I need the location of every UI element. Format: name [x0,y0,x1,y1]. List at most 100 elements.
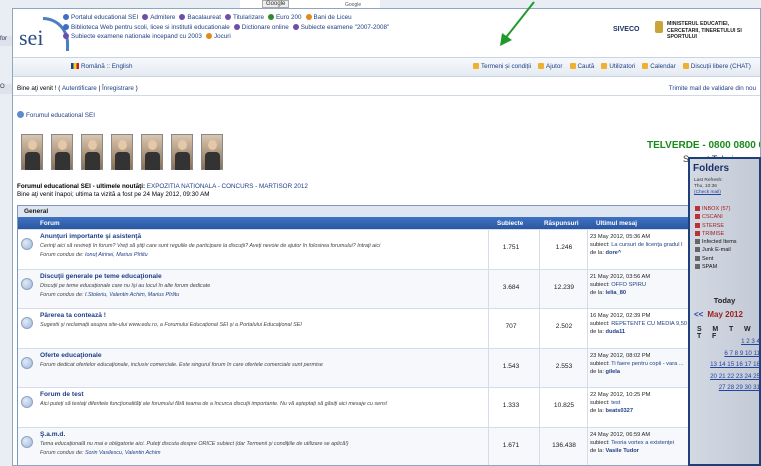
folder-label: STERSE [702,222,725,229]
top-link[interactable]: Euro 200 [267,13,302,23]
post-count: 10.825 [553,402,575,409]
menu-item-icon [642,63,649,69]
top-link[interactable]: Subiecte examene "2007-2008" [292,23,390,33]
sei-logo[interactable]: sei [19,15,69,53]
toolbar-menu-item[interactable]: Discuții libere (CHAT) [682,63,751,70]
top-link-label: Subiecte examene "2007-2008" [300,23,390,31]
top-link[interactable]: Dictionare online [233,23,289,33]
last-post-user-link[interactable]: duda11 [606,329,626,335]
news-link[interactable]: EXPOZITIA NATIONALA - CONCURS - MARTISOR… [147,183,308,190]
moderator-photo[interactable] [141,134,163,170]
last-post-subject-link[interactable]: test [611,400,620,406]
ministry-logo: SIVECO MINISTERUL EDUCATIEI, CERCETARII,… [613,21,760,43]
language-switch[interactable]: Română :: English [71,63,132,70]
news-label: Forumul educational SEI - ultimele noută… [17,183,147,190]
moderators-links[interactable]: Sorin Vasilescu, Valentin Achim [85,450,161,456]
menu-item-label: Caută [577,63,595,70]
folder-item[interactable]: SPAM [695,263,737,271]
last-post-subject-link[interactable]: OFFO SPIRU [611,282,646,288]
last-post-subject-link[interactable]: La cursuri de licenţa gradul I [611,242,682,248]
forum-status-icon [21,238,33,250]
moderators-links[interactable]: Ionuţ Airinei, Marius Pîrlitu [85,252,148,258]
calendar-week-row[interactable]: 13 14 15 16 17 18 [696,359,760,371]
toolbar-menu-item[interactable]: Caută [569,63,595,70]
folder-item[interactable]: INBOX (57) [695,205,737,213]
top-link[interactable]: Bacalaureat [179,13,221,23]
bullet-icon [63,33,69,39]
calendar-week-row[interactable]: 20 21 22 23 24 25 [696,371,760,383]
forum-title-link[interactable]: Ş.a.m.d. [40,431,65,438]
forum-rows: Anunţuri importante şi asistenţă Cerinţi … [18,229,706,465]
folder-item[interactable]: STERSE [695,222,737,230]
forum-title-link[interactable]: Oferte educaţionale [40,352,102,359]
toolbar-menu-item[interactable]: Ajutor [538,63,563,70]
validate-mail-link[interactable]: Trimite mail de validare din nou [669,85,756,92]
top-link-label: Titularizare [233,14,264,21]
moderator-photo[interactable] [51,134,73,170]
top-link-label: Jocuri [213,33,231,40]
moderator-photo[interactable] [111,134,133,170]
last-post-subject-link[interactable]: Ti faere pentru copii - vara ... [611,361,684,367]
top-link[interactable]: Admitere [142,13,175,23]
toolbar-menu-item[interactable]: Utilizatori [601,63,635,70]
breadcrumb[interactable]: Forumul educational SEI [17,111,95,119]
top-link[interactable]: Titularizare [225,13,264,23]
top-links: Portalul educational SEI Admitere Bacalaur… [63,13,433,42]
top-link[interactable]: Jocuri [205,32,231,42]
moderators-links[interactable]: I.Stoleriu, Valentin Achim, Marius Pîrli… [85,292,179,298]
last-post-user-link[interactable]: gilela [606,369,621,375]
last-post-subject-link[interactable]: REPETENTE CU MEDIA 9,50 (?) [611,321,695,327]
post-count: 136.438 [552,441,576,449]
folder-item[interactable]: Sent [695,255,737,263]
moderator-photo[interactable] [201,134,223,170]
toolbar-menu: Termeni și condiții Ajutor Caută Utilizator… [473,63,758,70]
calendar-week-row[interactable]: 6 7 8 9 10 11 [696,348,760,360]
screenshot-root: Google Google for O sei Portalul educati… [0,0,761,466]
last-post-user-link[interactable]: lelia_80 [606,290,627,296]
top-link[interactable]: Subiecte examene nationale incepand cu 2… [63,32,202,42]
folder-item[interactable]: Infected Items [695,238,737,246]
subject-label: subiect: [590,242,612,248]
folder-item[interactable]: TRIMISE [695,230,737,238]
login-link[interactable]: Autentificare [62,85,97,92]
site-header: sei Portalul educational SEI Admitere Baca… [13,9,760,55]
top-link[interactable]: Biblioteca Web pentru scoli, licee si in… [63,23,230,33]
forum-description: Tema educaţională nu mai e obligatorie a… [40,440,349,447]
forum-title-link[interactable]: Anunţuri importante şi asistenţă [40,233,141,240]
moderators-label: Forum condus de: [40,449,85,456]
siveco-logo: SIVECO [613,26,640,33]
folder-label: TRIMISE [702,230,725,237]
folder-item[interactable]: Junk E-mail [695,246,737,254]
moderator-photo[interactable] [171,134,193,170]
moderator-photo[interactable] [21,134,43,170]
google-button[interactable]: Google [262,0,290,8]
last-post-user-link[interactable]: beats0327 [606,408,634,414]
forum-title-link[interactable]: Discuţii generale pe teme educaţionale [40,273,162,280]
calendar-week-row[interactable]: 1 2 3 4 [696,336,760,348]
subject-label: subiect: [590,400,612,406]
forum-description: Forum dedicat ofertelor educaţionale, in… [40,361,323,368]
subject-label: subiect: [590,360,612,367]
toolbar-menu-item[interactable]: Calendar [642,63,676,70]
calendar-week-row[interactable]: 27 28 29 30 31 [696,382,760,394]
today-link[interactable]: Today [690,296,759,305]
forum-title-link[interactable]: Pârerea ta contează ! [40,312,106,319]
folder-item[interactable]: CSCANI [695,213,737,221]
top-link[interactable]: Bani de Liceu [305,13,352,23]
prev-month-button[interactable]: << [694,310,703,319]
section-header[interactable]: General [18,206,706,217]
last-post-subject-link[interactable]: Teoria vortex a existenţei [611,440,674,446]
moderator-photo[interactable] [81,134,103,170]
forum-title-link[interactable]: Forum de test [40,391,84,398]
refresh-info: Last Refresh: Thu, 10:36 (Check mail) [694,178,723,196]
last-post-user-link[interactable]: Vasile Tudor [606,448,639,454]
top-link[interactable]: Portalul educational SEI [63,13,138,23]
top-link-label: Bani de Liceu [313,14,352,21]
register-link[interactable]: Înregistrare [102,85,134,92]
column-header-last-post: Ultimul mesaj [596,220,637,227]
last-post-user-link[interactable]: dore^ [606,250,622,256]
romanian-flag-icon [71,63,79,69]
toolbar-menu-item[interactable]: Termeni și condiții [473,63,531,70]
folder-label: Infected Items [702,239,737,246]
check-mail-link[interactable]: (Check mail) [694,190,723,196]
